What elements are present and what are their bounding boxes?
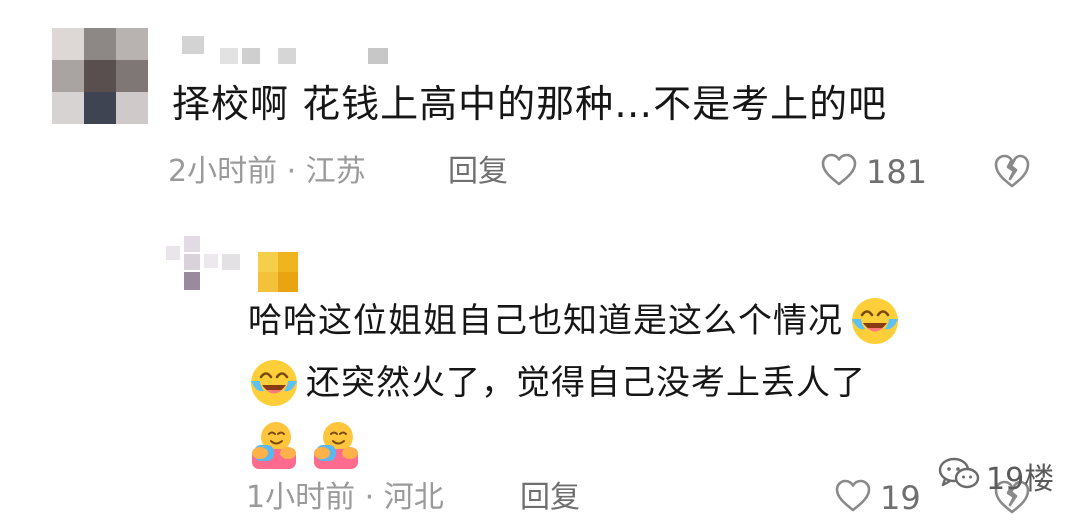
meta-separator: ·	[364, 480, 375, 515]
reply-text-part-2: 还突然火了，觉得自己没考上丢人了	[306, 363, 866, 403]
reply-avatar-blurred[interactable]	[166, 236, 242, 292]
laughing-crying-emoji	[849, 295, 901, 347]
wechat-icon	[938, 457, 980, 495]
comment-meta: 2小时前 · 江苏	[168, 152, 366, 192]
reply-meta: 1小时前 · 河北	[246, 478, 444, 518]
laughing-crying-emoji	[248, 357, 300, 409]
reply-time: 1小时前	[246, 480, 356, 515]
comment-time: 2小时前	[168, 154, 278, 189]
heart-outline-icon	[820, 153, 858, 191]
reply-username-blurred[interactable]	[258, 252, 298, 292]
like-count: 19	[880, 479, 921, 517]
username-blurred[interactable]	[182, 36, 392, 66]
watermark-text: 19楼	[986, 462, 1055, 497]
hugging-face-emoji	[248, 419, 300, 471]
reply-text-line-2: 还突然火了，觉得自己没考上丢人了	[248, 352, 1038, 414]
reply-text: 哈哈这位姐姐自己也知道是这么个情况 还突然火了，觉得自己没考上丢人了	[248, 290, 1038, 476]
reply-button[interactable]: 回复	[520, 478, 580, 518]
reply-location: 河北	[383, 480, 444, 515]
comment-text: 择校啊 花钱上高中的那种…不是考上的吧	[172, 82, 888, 126]
dislike-button[interactable]	[992, 152, 1032, 192]
meta-separator: ·	[286, 154, 297, 189]
like-button[interactable]: 19	[834, 478, 921, 518]
reply-text-part-1: 哈哈这位姐姐自己也知道是这么个情况	[248, 301, 843, 341]
broken-heart-icon	[992, 154, 1032, 194]
reply-text-line-3	[248, 414, 1038, 476]
comment-location: 江苏	[305, 154, 366, 189]
heart-outline-icon	[834, 479, 872, 517]
watermark: 19楼	[938, 454, 1054, 498]
avatar-blurred[interactable]	[52, 28, 148, 124]
reply-button[interactable]: 回复	[448, 152, 508, 192]
reply-text-line-1: 哈哈这位姐姐自己也知道是这么个情况	[248, 290, 1038, 352]
like-button[interactable]: 181	[820, 152, 927, 192]
like-count: 181	[866, 153, 928, 191]
broken-heart-icon	[992, 480, 1032, 520]
hugging-face-emoji	[310, 419, 362, 471]
